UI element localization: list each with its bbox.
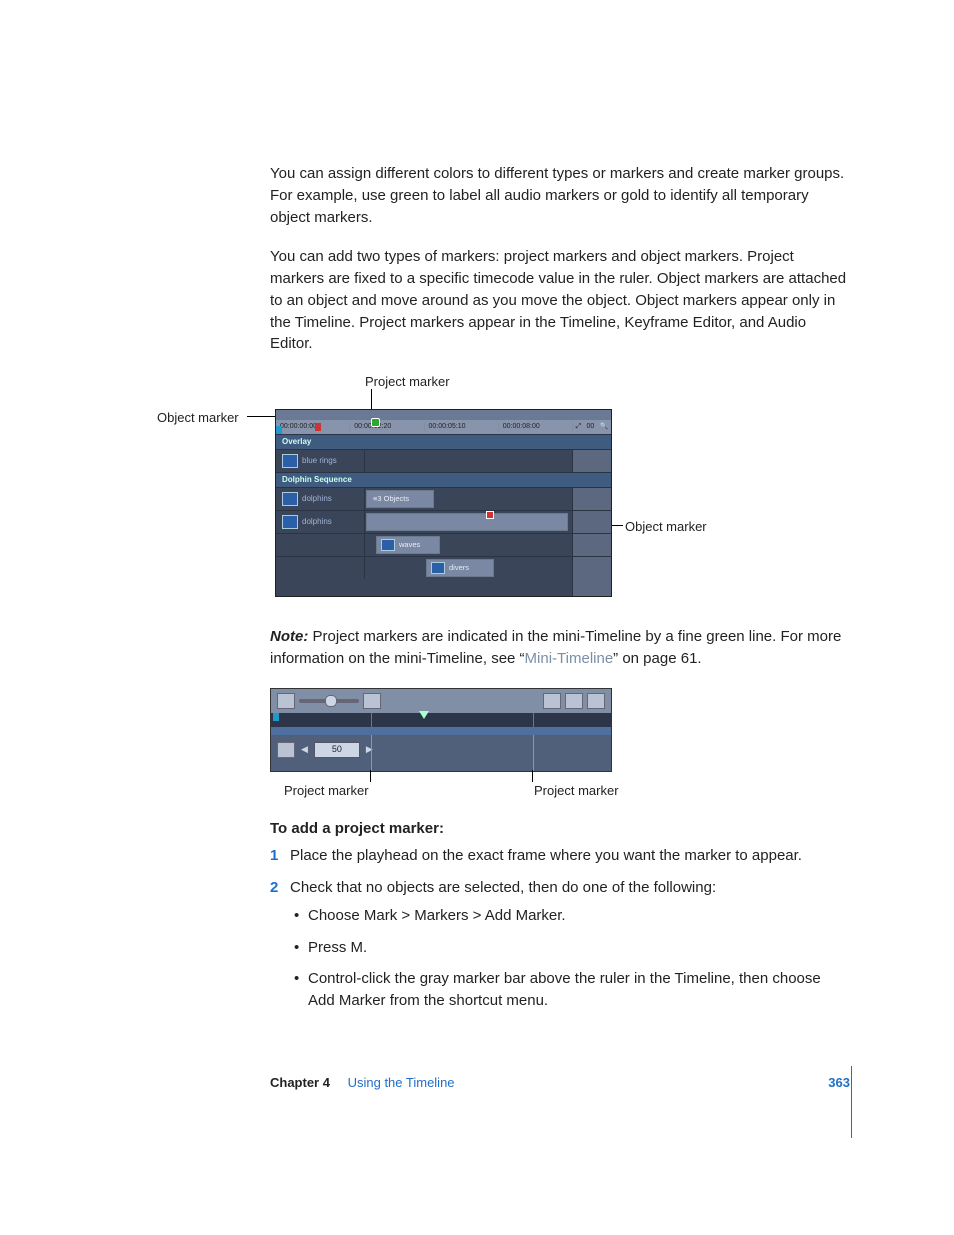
loop-button[interactable] [277, 742, 295, 758]
step-text: Check that no objects are selected, then… [290, 879, 716, 896]
chapter-title: Using the Timeline [348, 1075, 455, 1090]
track-header[interactable] [276, 534, 365, 556]
track-row[interactable]: dolphins [276, 510, 611, 533]
clip[interactable]: waves [376, 536, 440, 554]
callout-line [532, 770, 533, 782]
thumbnail-icon [282, 492, 298, 506]
timeline-panel: 00:00:00:00 00:00:02:20 00:00:05:10 00:0… [275, 409, 612, 597]
toolbar [271, 689, 611, 713]
callout-object-marker-right: Object marker [625, 518, 707, 537]
record-button[interactable] [587, 693, 605, 709]
note-prefix: Note: [270, 628, 308, 645]
search-icon[interactable]: 🔍 [600, 422, 609, 432]
project-marker-line[interactable] [533, 713, 534, 727]
procedure-heading: To add a project marker: [270, 818, 850, 840]
bullet-item: Control-click the gray marker bar above … [290, 968, 850, 1012]
ruler[interactable]: 00:00:00:00 00:00:02:20 00:00:05:10 00:0… [276, 420, 611, 434]
track-label: dolphins [302, 493, 332, 505]
ruler-tick: 00:00:02:20 [350, 422, 424, 432]
callout-line [371, 389, 372, 409]
clip-label: waves [399, 540, 420, 551]
callout-line [370, 770, 371, 782]
procedure-steps: Place the playhead on the exact frame wh… [270, 845, 850, 1012]
clip-label: divers [449, 563, 469, 574]
marker-bar[interactable] [276, 410, 611, 420]
page-footer: Chapter 4 Using the Timeline 363 [270, 1074, 850, 1093]
bullet-list: Choose Mark > Markers > Add Marker. Pres… [290, 905, 850, 1012]
footer-rule [851, 1066, 852, 1138]
clip[interactable]: ≡ 3 Objects [366, 490, 434, 508]
clip-count: 3 Objects [377, 494, 409, 505]
transport-controls: ◀ 50 ▶ [271, 735, 611, 765]
track-row[interactable]: divers [276, 556, 611, 579]
playhead-icon[interactable] [315, 423, 321, 431]
mini-timeline-panel: ◀ 50 ▶ [270, 688, 612, 772]
clip[interactable] [366, 513, 568, 531]
figure-timeline: Project marker Object marker Object mark… [175, 373, 875, 608]
slider-knob[interactable] [325, 695, 337, 707]
group-header[interactable]: Overlay [276, 434, 611, 449]
ruler-end-value: 00 [587, 422, 595, 432]
note-text: ” on page 61. [613, 650, 701, 667]
track-header[interactable]: dolphins [276, 488, 365, 510]
track-header[interactable]: blue rings [276, 450, 365, 472]
fit-button[interactable] [363, 693, 381, 709]
track-row[interactable]: waves [276, 533, 611, 556]
chevron-left-icon[interactable]: ◀ [301, 743, 308, 756]
bullet-item: Press M. [290, 937, 850, 959]
view-button[interactable] [543, 693, 561, 709]
track-row[interactable]: dolphins ≡ 3 Objects [276, 487, 611, 510]
callout-object-marker-left: Object marker [157, 409, 239, 428]
ruler-tick: 00:00:05:10 [425, 422, 499, 432]
in-point-icon[interactable] [276, 426, 282, 434]
zoom-icon[interactable]: ⤢ [576, 422, 582, 432]
in-point-icon[interactable] [273, 713, 279, 721]
track-header[interactable]: dolphins [276, 511, 365, 533]
note-paragraph: Note: Project markers are indicated in t… [270, 626, 850, 670]
clip[interactable]: divers [426, 559, 494, 577]
thumbnail-icon [381, 539, 395, 551]
callout-line [247, 416, 275, 417]
ruler-end: ⤢ 00 🔍 [573, 422, 611, 432]
track-label: blue rings [302, 455, 337, 467]
chapter-label: Chapter 4 [270, 1075, 330, 1090]
gear-icon[interactable] [565, 693, 583, 709]
body-paragraph: You can assign different colors to diffe… [270, 163, 850, 228]
thumbnail-icon [431, 562, 445, 574]
ruler-tick: 00:00:00:00 [276, 422, 350, 432]
group-header[interactable]: Dolphin Sequence [276, 472, 611, 487]
mini-marker-bar[interactable] [271, 713, 611, 727]
callout-project-marker: Project marker [534, 782, 619, 801]
bullet-item: Choose Mark > Markers > Add Marker. [290, 905, 850, 927]
zoom-slider[interactable] [299, 699, 359, 703]
ruler-tick: 00:00:08:00 [499, 422, 573, 432]
frame-number-field[interactable]: 50 [314, 742, 360, 758]
thumbnail-icon [282, 454, 298, 468]
project-marker-line[interactable] [371, 713, 372, 727]
divider [533, 735, 534, 771]
track-label: dolphins [302, 516, 332, 528]
mini-timeline-track[interactable] [271, 727, 611, 735]
thumbnail-icon [282, 515, 298, 529]
callout-project-marker: Project marker [365, 373, 450, 392]
track-row[interactable]: blue rings [276, 449, 611, 472]
project-marker-icon[interactable] [371, 418, 380, 427]
step-item: Place the playhead on the exact frame wh… [270, 845, 850, 867]
body-paragraph: You can add two types of markers: projec… [270, 246, 850, 355]
figure-mini-timeline: ◀ 50 ▶ Project marker Project marker [270, 688, 640, 798]
divider [371, 735, 372, 771]
playhead-icon[interactable] [419, 711, 429, 719]
callout-project-marker: Project marker [284, 782, 369, 801]
step-item: Check that no objects are selected, then… [270, 877, 850, 1012]
page-number: 363 [828, 1074, 850, 1093]
cross-ref-link[interactable]: Mini-Timeline [525, 650, 614, 667]
track-header[interactable] [276, 557, 365, 579]
play-button[interactable] [277, 693, 295, 709]
object-marker-icon[interactable] [486, 511, 494, 519]
